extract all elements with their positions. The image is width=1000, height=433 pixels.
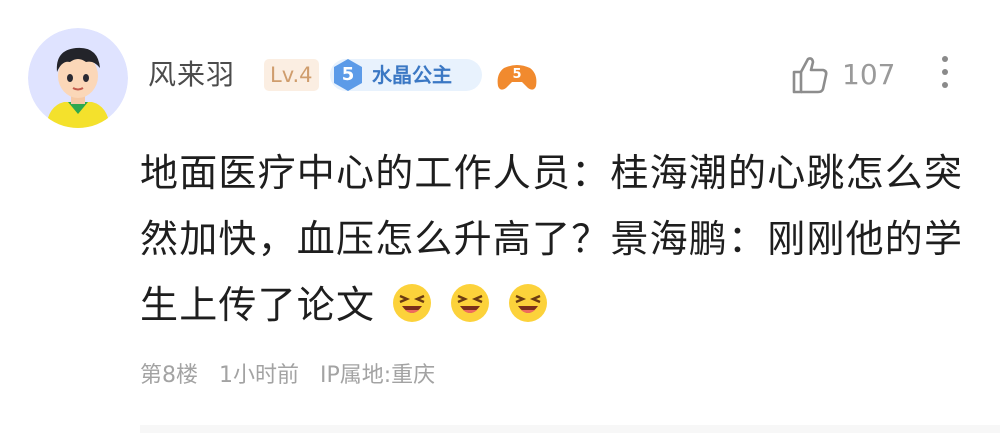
floor-number: 第8楼 <box>140 363 198 388</box>
level-badge: Lv.4 <box>264 59 319 91</box>
thumbs-up-icon <box>792 57 828 94</box>
laughing-face-icon <box>391 282 433 324</box>
username[interactable]: 风来羽 <box>148 55 235 95</box>
post-time: 1小时前 <box>219 363 299 388</box>
divider <box>140 425 1000 433</box>
laughing-face-icon <box>507 282 549 324</box>
comment-item: 风来羽 Lv.4 5 水晶公主 5 107 地面医疗中心的工作人员：桂海潮的心跳… <box>0 0 1000 433</box>
laughing-face-icon <box>449 282 491 324</box>
svg-text:5: 5 <box>512 67 521 82</box>
like-count: 107 <box>842 58 896 91</box>
like-button[interactable]: 107 <box>790 50 895 100</box>
fan-badge[interactable]: 5 水晶公主 <box>330 59 482 91</box>
fan-level-number: 5 <box>341 64 355 85</box>
comment-text-block: 地面医疗中心的工作人员：桂海潮的心跳怎么突然加快，血压怎么升高了？景海鹏：刚刚他… <box>140 140 980 338</box>
game-controller-icon: 5 <box>496 60 538 94</box>
avatar-image <box>28 28 128 128</box>
comment-meta: 第8楼 1小时前 IP属地:重庆 <box>140 358 449 394</box>
fan-level-icon: 5 <box>330 57 366 93</box>
comment-text: 地面医疗中心的工作人员：桂海潮的心跳怎么突然加快，血压怎么升高了？景海鹏：刚刚他… <box>140 151 964 327</box>
more-options-icon[interactable] <box>938 56 952 96</box>
avatar[interactable] <box>28 28 128 128</box>
ip-location: IP属地:重庆 <box>320 363 436 388</box>
fan-badge-name: 水晶公主 <box>372 63 452 87</box>
